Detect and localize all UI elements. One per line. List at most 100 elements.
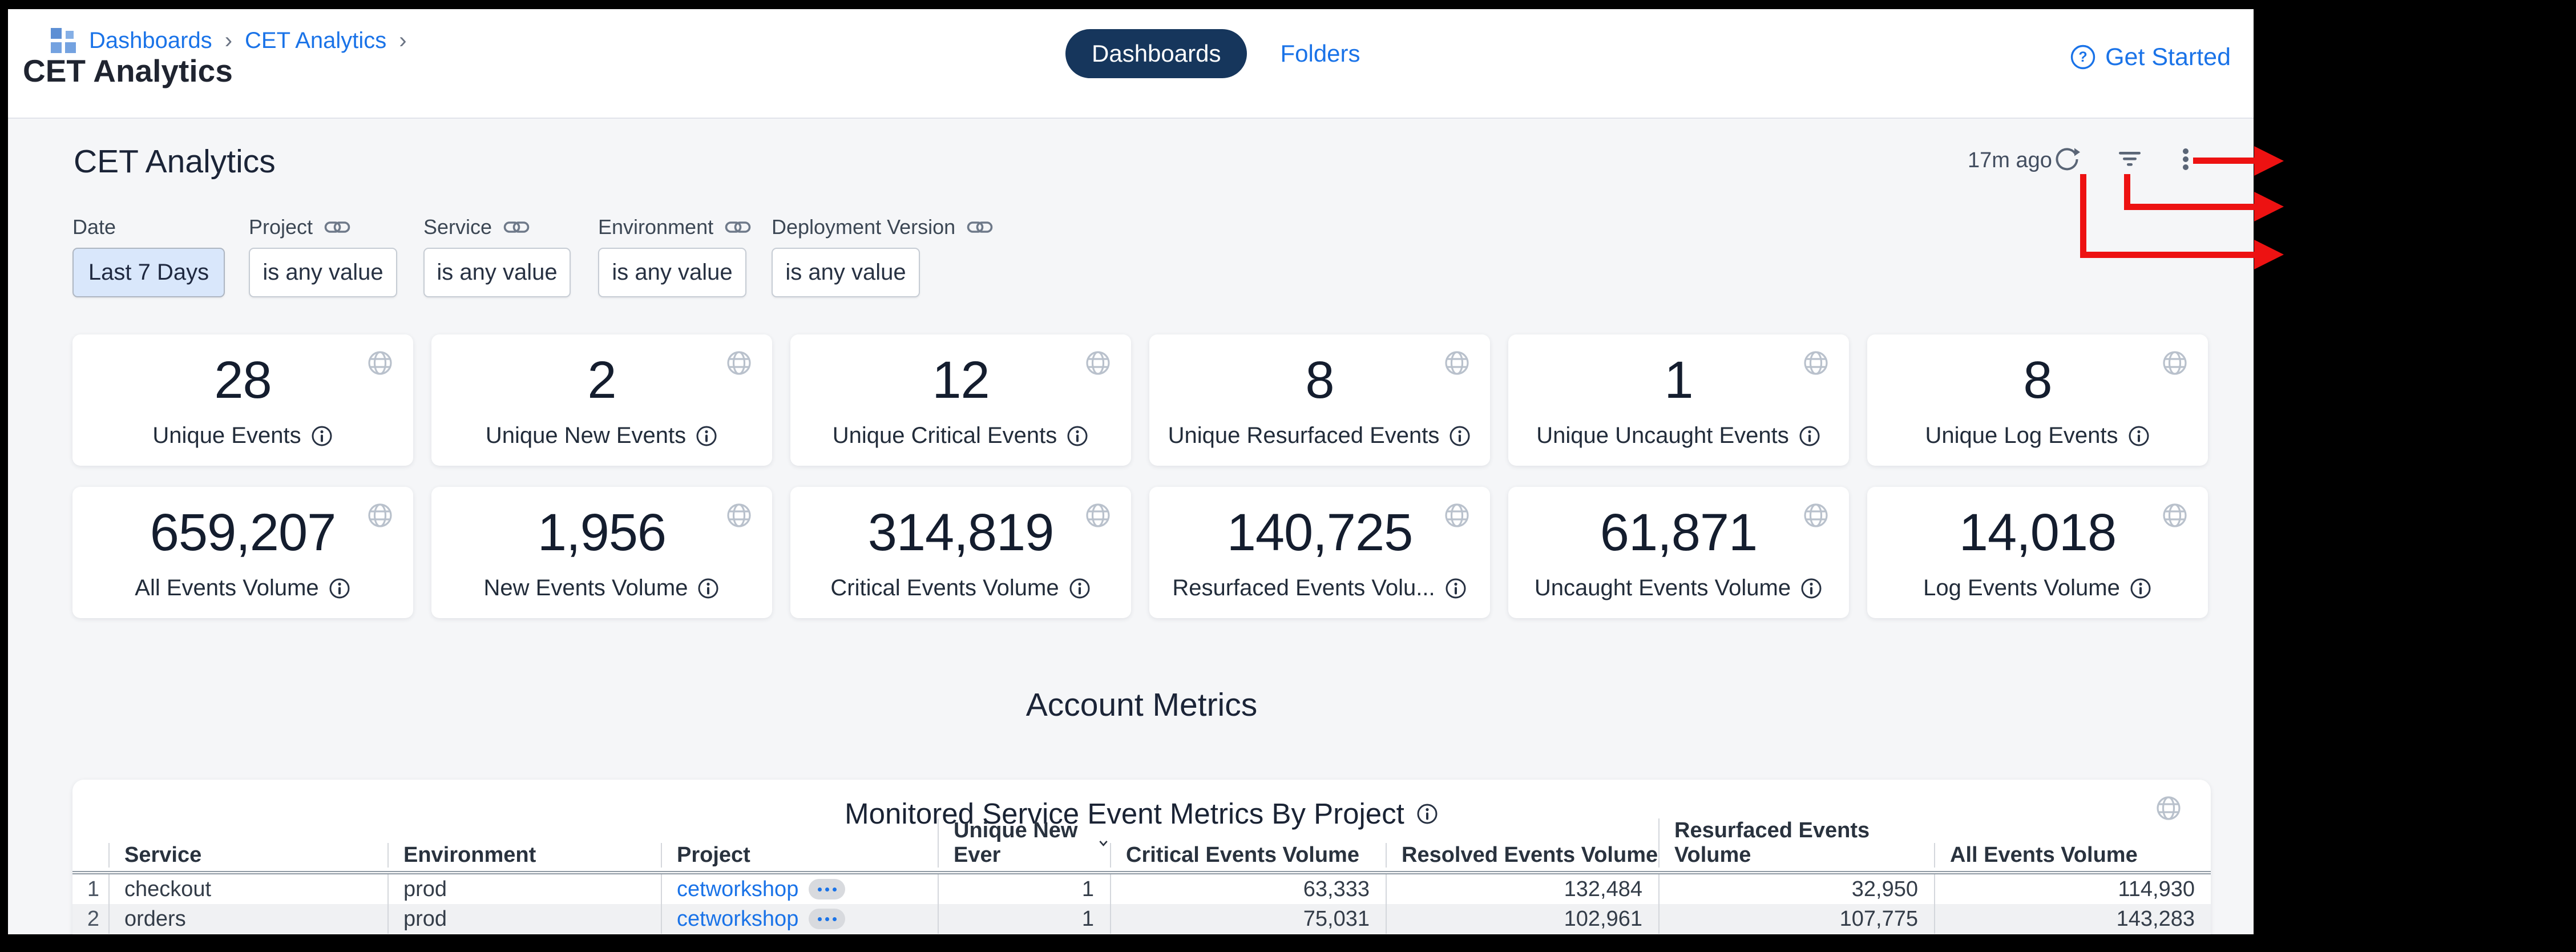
info-icon[interactable] bbox=[1066, 425, 1089, 447]
column-header-label: Unique New Ever bbox=[954, 818, 1090, 868]
linked-filter-icon bbox=[725, 219, 751, 236]
kpi-tile-unique-uncaught-events[interactable]: 1 Unique Uncaught Events bbox=[1508, 334, 1849, 466]
filter-service: Service is any value bbox=[423, 215, 571, 297]
dashboards-grid-icon bbox=[50, 27, 76, 54]
filter-label: Environment bbox=[598, 215, 713, 239]
get-started-link[interactable]: ? Get Started bbox=[2070, 40, 2231, 74]
kpi-label: Log Events Volume bbox=[1923, 575, 2120, 601]
get-started-label: Get Started bbox=[2105, 43, 2231, 71]
filter-list-icon bbox=[2117, 146, 2143, 172]
table-row: 2 orders prod cetworkshop 1 75,031 102,9… bbox=[72, 904, 2211, 934]
filter-date-value-button[interactable]: Last 7 Days bbox=[72, 248, 225, 297]
info-icon[interactable] bbox=[1798, 425, 1821, 447]
row-number: 2 bbox=[72, 904, 108, 934]
column-header-resolved-events-volume[interactable]: Resolved Events Volume bbox=[1386, 843, 1658, 868]
cell-ellipsis-menu-icon[interactable] bbox=[809, 879, 845, 899]
svg-text:?: ? bbox=[2078, 49, 2087, 65]
row-number: 1 bbox=[72, 874, 108, 904]
info-icon[interactable] bbox=[695, 425, 718, 447]
kpi-value: 314,819 bbox=[790, 503, 1131, 563]
project-link[interactable]: cetworkshop bbox=[677, 877, 798, 902]
kpi-tile-unique-critical-events[interactable]: 12 Unique Critical Events bbox=[790, 334, 1131, 466]
sort-chevron-down-icon[interactable] bbox=[1097, 834, 1110, 852]
cell-resolved-events-volume: 102,961 bbox=[1386, 904, 1658, 934]
info-icon[interactable] bbox=[697, 577, 720, 600]
table-row: 1 checkout prod cetworkshop 1 63,333 132… bbox=[72, 874, 2211, 904]
column-header-unique-new-events[interactable]: Unique New Ever bbox=[938, 818, 1110, 868]
tab-folders[interactable]: Folders bbox=[1280, 40, 1360, 67]
kpi-tile-uncaught-events-volume[interactable]: 61,871 Uncaught Events Volume bbox=[1508, 487, 1849, 618]
linked-filter-icon bbox=[967, 219, 993, 236]
info-icon[interactable] bbox=[310, 425, 333, 447]
filter-environment-value-button[interactable]: is any value bbox=[598, 248, 746, 297]
info-icon[interactable] bbox=[2129, 577, 2152, 600]
filter-service-value-button[interactable]: is any value bbox=[423, 248, 571, 297]
kpi-value: 61,871 bbox=[1508, 503, 1849, 563]
info-icon[interactable] bbox=[1444, 577, 1467, 600]
filter-label: Date bbox=[72, 215, 116, 239]
filter-project: Project is any value bbox=[249, 215, 397, 297]
kpi-tile-critical-events-volume[interactable]: 314,819 Critical Events Volume bbox=[790, 487, 1131, 618]
kpi-tile-resurfaced-events-volume[interactable]: 140,725 Resurfaced Events Volu... bbox=[1149, 487, 1490, 618]
kpi-label: New Events Volume bbox=[484, 575, 688, 601]
project-link[interactable]: cetworkshop bbox=[677, 907, 798, 931]
cell-project: cetworkshop bbox=[661, 874, 938, 904]
info-icon[interactable] bbox=[328, 577, 351, 600]
column-header-critical-events-volume[interactable]: Critical Events Volume bbox=[1110, 843, 1386, 868]
filter-deployment-version-value-button[interactable]: is any value bbox=[772, 248, 920, 297]
column-header-service[interactable]: Service bbox=[108, 843, 387, 868]
breadcrumb-link-cet-analytics[interactable]: CET Analytics bbox=[245, 28, 386, 54]
column-header-project[interactable]: Project bbox=[661, 843, 938, 868]
cell-service: orders bbox=[108, 904, 387, 934]
column-header-all-events-volume[interactable]: All Events Volume bbox=[1934, 843, 2211, 868]
kpi-tile-all-events-volume[interactable]: 659,207 All Events Volume bbox=[72, 487, 413, 618]
table-header-row: Service Environment Project Unique New E… bbox=[72, 832, 2211, 874]
cell-service: checkout bbox=[108, 874, 387, 904]
cell-all-events-volume: 114,930 bbox=[1934, 874, 2211, 904]
dashboard-area: CET Analytics 17m ago Date La bbox=[8, 119, 2254, 934]
filter-project-value-button[interactable]: is any value bbox=[249, 248, 397, 297]
info-icon[interactable] bbox=[1448, 425, 1471, 447]
cell-critical-events-volume: 75,031 bbox=[1110, 904, 1386, 934]
info-icon[interactable] bbox=[1416, 802, 1439, 825]
kpi-tile-unique-log-events[interactable]: 8 Unique Log Events bbox=[1867, 334, 2208, 466]
cell-resolved-events-volume: 132,484 bbox=[1386, 874, 1658, 904]
kpi-label: Critical Events Volume bbox=[830, 575, 1059, 601]
kpi-tile-unique-resurfaced-events[interactable]: 8 Unique Resurfaced Events bbox=[1149, 334, 1490, 466]
cell-resurfaced-events-volume: 107,775 bbox=[1658, 904, 1934, 934]
kpi-label: Unique Uncaught Events bbox=[1536, 423, 1789, 449]
filters-button[interactable] bbox=[2117, 146, 2143, 172]
kpi-tile-log-events-volume[interactable]: 14,018 Log Events Volume bbox=[1867, 487, 2208, 618]
linked-filter-icon bbox=[324, 219, 350, 236]
info-icon[interactable] bbox=[1800, 577, 1823, 600]
cell-ellipsis-menu-icon[interactable] bbox=[809, 909, 845, 929]
filter-label: Service bbox=[423, 215, 492, 239]
kpi-value: 12 bbox=[790, 350, 1131, 410]
kpi-tile-unique-events[interactable]: 28 Unique Events bbox=[72, 334, 413, 466]
kpi-label: Unique Resurfaced Events bbox=[1168, 423, 1440, 449]
filter-date: Date Last 7 Days bbox=[72, 215, 225, 297]
info-icon[interactable] bbox=[2127, 425, 2150, 447]
column-header-environment[interactable]: Environment bbox=[387, 843, 661, 868]
breadcrumb-link-dashboards[interactable]: Dashboards bbox=[89, 28, 212, 54]
cell-environment: prod bbox=[387, 904, 661, 934]
kpi-label: Unique Events bbox=[152, 423, 301, 449]
tab-dashboards[interactable]: Dashboards bbox=[1065, 29, 1247, 78]
breadcrumb-separator: › bbox=[399, 28, 406, 54]
section-heading-account-metrics: Account Metrics bbox=[72, 686, 2211, 724]
page-title: CET Analytics bbox=[23, 53, 233, 89]
screenshot-root: { "topbar": { "breadcrumb": { "items": [… bbox=[0, 0, 2576, 952]
kpi-value: 1 bbox=[1508, 350, 1849, 410]
kpi-label: All Events Volume bbox=[135, 575, 318, 601]
filter-label: Project bbox=[249, 215, 313, 239]
kpi-tile-unique-new-events[interactable]: 2 Unique New Events bbox=[431, 334, 772, 466]
info-icon[interactable] bbox=[1068, 577, 1091, 600]
column-header-resurfaced-events-volume[interactable]: Resurfaced Events Volume bbox=[1658, 818, 1934, 868]
cell-critical-events-volume: 63,333 bbox=[1110, 874, 1386, 904]
kpi-tile-new-events-volume[interactable]: 1,956 New Events Volume bbox=[431, 487, 772, 618]
refresh-button[interactable] bbox=[2054, 146, 2080, 172]
cell-unique-new-events: 1 bbox=[938, 874, 1110, 904]
kpi-value: 1,956 bbox=[431, 503, 772, 563]
kpi-value: 8 bbox=[1867, 350, 2208, 410]
last-refresh-time: 17m ago bbox=[1968, 148, 2052, 173]
